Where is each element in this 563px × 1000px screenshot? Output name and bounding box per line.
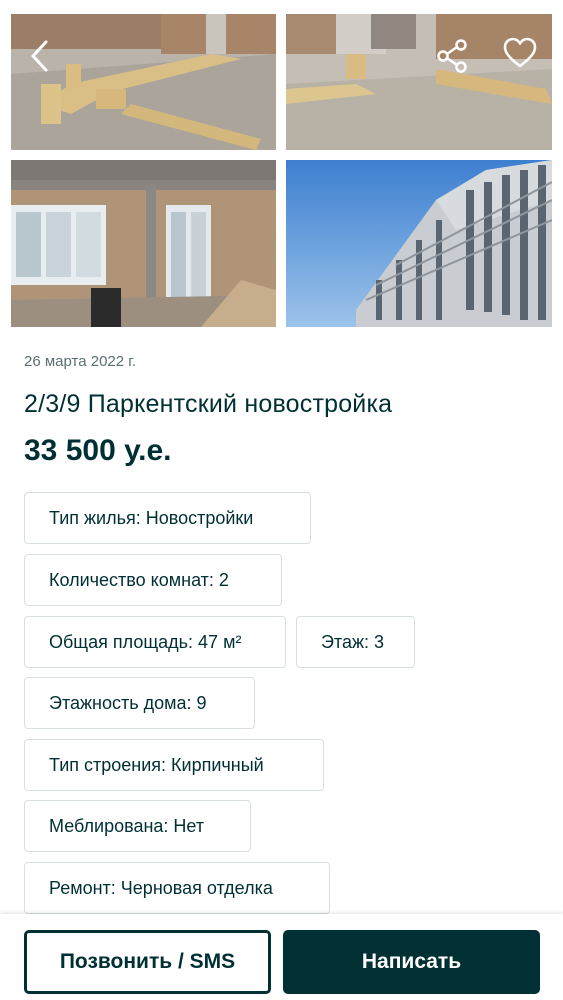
back-button[interactable] xyxy=(20,36,60,76)
param-building-type: Тип строения: Кирпичный xyxy=(24,739,324,791)
action-bar: Позвонить / SMS Написать xyxy=(0,914,563,1000)
listing-date: 26 марта 2022 г. xyxy=(24,353,137,370)
share-button[interactable] xyxy=(432,36,472,76)
call-sms-button[interactable]: Позвонить / SMS xyxy=(24,930,271,994)
photo-gallery xyxy=(0,0,563,340)
param-renovation: Ремонт: Черновая отделка xyxy=(24,862,330,914)
heart-icon xyxy=(503,37,537,68)
param-floor: Этаж: 3 xyxy=(296,616,415,668)
listing-title: 2/3/9 Паркентский новостройка xyxy=(24,390,393,418)
listing-photo-3[interactable] xyxy=(11,160,276,327)
listing-price: 33 500 у.е. xyxy=(24,434,172,467)
share-icon xyxy=(437,39,467,73)
param-total-floors: Этажность дома: 9 xyxy=(24,677,255,729)
param-area: Общая площадь: 47 м² xyxy=(24,616,286,668)
write-message-button[interactable]: Написать xyxy=(283,930,540,994)
param-housing-type: Тип жилья: Новостройки xyxy=(24,492,311,544)
chevron-left-icon xyxy=(31,40,48,72)
listing-photo-4[interactable] xyxy=(286,160,552,327)
param-rooms: Количество комнат: 2 xyxy=(24,554,282,606)
listing-photo-1[interactable] xyxy=(11,14,276,150)
favorite-button[interactable] xyxy=(500,33,540,73)
param-furnished: Меблирована: Нет xyxy=(24,800,251,852)
